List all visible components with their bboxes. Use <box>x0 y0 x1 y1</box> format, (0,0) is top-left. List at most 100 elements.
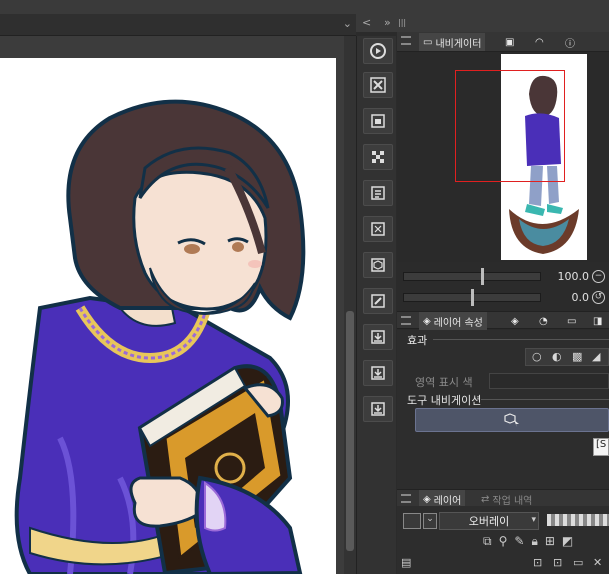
delete-layer-icon[interactable]: ✕ <box>593 556 602 569</box>
opacity-slider[interactable] <box>547 514 609 526</box>
blend-mode-select[interactable]: 오버레이 ▾ <box>439 512 539 530</box>
layer-property-header: ◈ 레이어 속성 ◈ ◔ ▭ ◨ <box>397 311 609 330</box>
divider <box>481 399 609 400</box>
material-button[interactable] <box>363 252 393 278</box>
app-window: ⌄ < » ||| ▭ 내비게이터 ▣ ◠ ⓘ 100.0 − 0.0 ↺ ◈ … <box>0 0 609 574</box>
lock-transparent-icon[interactable]: ⊞ <box>545 534 555 550</box>
new-vector-icon[interactable]: ⊡ <box>553 556 562 569</box>
tab-navigator[interactable]: ▭ 내비게이터 <box>419 33 486 51</box>
new-layer-icon[interactable]: ⊡ <box>533 556 542 569</box>
chevron-down-icon: ▾ <box>531 515 536 525</box>
area-color-field[interactable] <box>489 373 609 389</box>
panel-grip-icon[interactable] <box>401 494 411 503</box>
download-icon <box>371 330 385 344</box>
clear-button[interactable] <box>363 72 393 98</box>
layer-stack-icon: ◈ <box>423 493 431 505</box>
palette-icon: ◨ <box>593 315 603 327</box>
tone-effect-icon[interactable]: ◐ <box>552 350 562 363</box>
import-button-3[interactable] <box>363 396 393 422</box>
cube-cursor-icon <box>504 413 519 427</box>
reference-icon[interactable]: ⚲ <box>499 534 508 550</box>
subview-icon: ▣ <box>505 36 515 48</box>
gradient-effect-icon[interactable]: ◢ <box>592 350 600 363</box>
layers-icon: ◈ <box>511 315 519 327</box>
zoom-out-icon[interactable]: − <box>592 270 605 283</box>
tooltip: [S <box>593 438 609 456</box>
transform-icon <box>371 222 385 236</box>
canvas-paper[interactable] <box>0 58 336 574</box>
rotate-reset-icon[interactable]: ↺ <box>592 291 605 304</box>
rotate-slider-knob[interactable] <box>471 289 474 306</box>
effect-buttons: ○ ◐ ▩ ◢ <box>525 348 609 366</box>
rotate-slider-row: 0.0 ↺ <box>397 287 609 307</box>
panel-grip-icon[interactable] <box>401 36 411 45</box>
panel-strip: < » ||| <box>356 14 609 32</box>
search-icon: ◔ <box>539 315 548 327</box>
rotate-value: 0.0 <box>571 291 590 304</box>
tab-info[interactable]: ⓘ <box>561 33 579 51</box>
download-icon <box>371 366 385 380</box>
download-icon <box>371 402 385 416</box>
zoom-slider[interactable] <box>403 272 541 281</box>
collapse-arrow-icon[interactable]: < <box>362 16 371 29</box>
tab-layer-stack-2[interactable]: ◈ <box>507 312 523 330</box>
tool-navigation-label: 도구 내비게이션 <box>407 394 482 407</box>
border-effect-icon[interactable]: ○ <box>532 350 542 363</box>
layer-menu-icon[interactable]: ▤ <box>401 556 411 569</box>
tool-navigation-button[interactable] <box>415 408 609 432</box>
new-folder-icon[interactable]: ▭ <box>573 556 583 569</box>
canvas-area[interactable] <box>0 36 356 574</box>
rotate-reset-button[interactable] <box>363 38 393 64</box>
fill-icon <box>371 114 385 128</box>
layer-settings-button[interactable] <box>363 180 393 206</box>
command-bar-vertical <box>356 36 396 574</box>
chevron-down-icon[interactable]: ⌄ <box>423 513 437 529</box>
layer-panel-header: ◈ 레이어 ⇄ 작업 내역 <box>397 489 609 508</box>
cube-icon <box>371 258 385 272</box>
tab-layer-search[interactable]: ◠ <box>531 33 548 51</box>
info-icon: ⓘ <box>565 38 575 50</box>
chevron-down-icon[interactable]: ⌄ <box>343 17 352 30</box>
layer-color-box[interactable] <box>403 513 421 529</box>
edit-button[interactable] <box>363 288 393 314</box>
pencil-icon <box>371 294 385 308</box>
lock-icon[interactable]: 🔒︎ <box>531 534 537 550</box>
zoom-slider-knob[interactable] <box>481 268 484 285</box>
layer-toolbar: ⧉ ⚲ ✎ 🔒︎ ⊞ ◩ <box>483 534 609 550</box>
panel-grip-icon[interactable] <box>401 316 411 325</box>
scrollbar-thumb[interactable] <box>346 311 354 551</box>
transform-button[interactable] <box>363 216 393 242</box>
mask-icon[interactable]: ◩ <box>562 534 573 550</box>
area-color-label: 영역 표시 색 <box>415 376 473 389</box>
canvas-vertical-scrollbar[interactable] <box>344 36 356 574</box>
panel-grip-icon[interactable]: ||| <box>398 18 406 27</box>
image-icon: ▭ <box>567 315 577 327</box>
import-button-2[interactable] <box>363 360 393 386</box>
tab-color[interactable]: ◨ <box>589 312 606 330</box>
top-bar <box>0 0 609 14</box>
transparency-button[interactable] <box>363 144 393 170</box>
navigator-preview[interactable] <box>397 52 609 262</box>
effect-label: 효과 <box>407 334 428 347</box>
divider <box>433 339 609 340</box>
layer-stack-icon: ◈ <box>423 315 431 327</box>
tab-sub-view[interactable]: ▣ <box>501 33 518 51</box>
expand-panels-icon[interactable]: » <box>384 16 391 29</box>
import-button-1[interactable] <box>363 324 393 350</box>
search-icon: ◠ <box>535 36 544 48</box>
tab-search[interactable]: ◔ <box>535 312 552 330</box>
rotate-icon <box>370 43 386 59</box>
layer-panel: ⌄ 오버레이 ▾ ⧉ ⚲ ✎ 🔒︎ ⊞ ◩ ▤ ⊡ ⊡ ▭ ✕ <box>397 506 609 574</box>
tab-image[interactable]: ▭ <box>563 312 580 330</box>
navigator-view-frame[interactable] <box>455 70 565 182</box>
draft-icon[interactable]: ✎ <box>514 534 524 550</box>
mosaic-effect-icon[interactable]: ▩ <box>572 350 582 363</box>
clear-icon <box>370 77 386 93</box>
history-icon: ⇄ <box>481 493 490 505</box>
tab-layer-property[interactable]: ◈ 레이어 속성 <box>419 312 487 330</box>
zoom-value: 100.0 <box>557 270 590 283</box>
fill-button[interactable] <box>363 108 393 134</box>
document-tab-strip: ⌄ <box>0 14 356 36</box>
checker-icon <box>372 151 384 163</box>
clip-icon[interactable]: ⧉ <box>483 534 492 550</box>
